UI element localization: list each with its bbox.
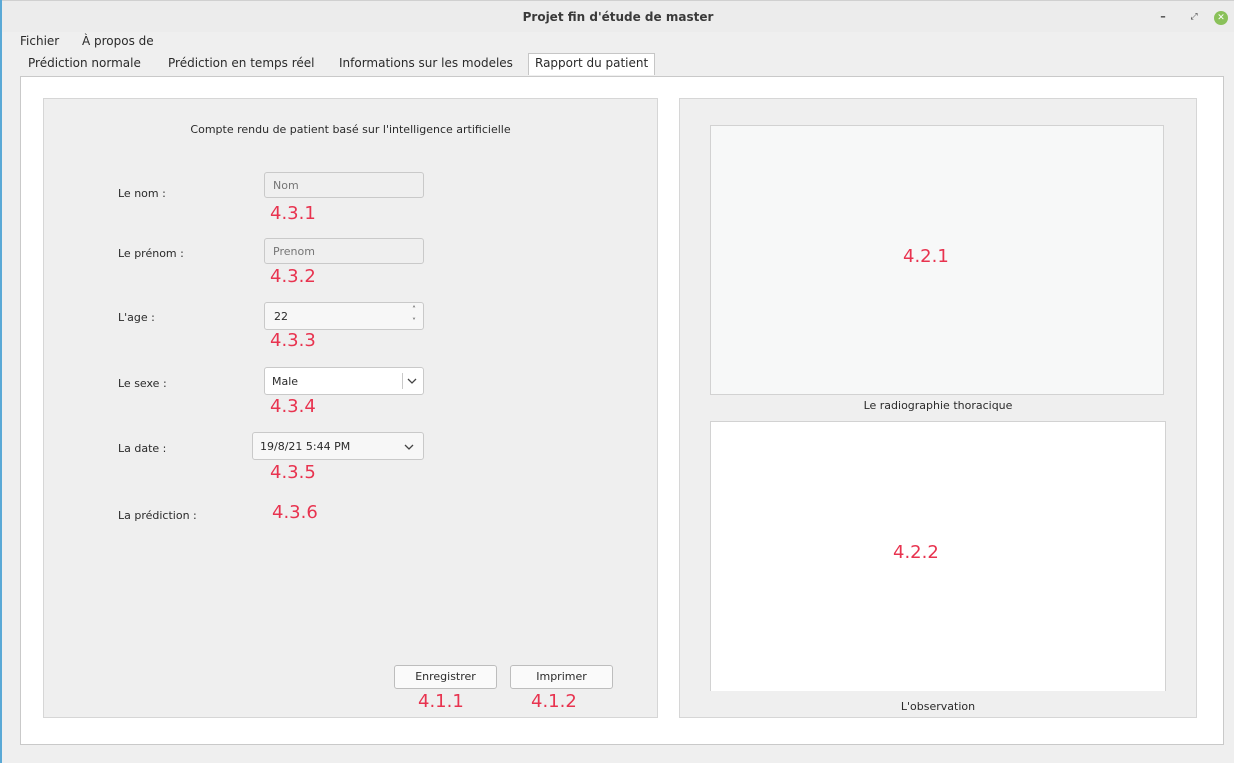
annotation-prenom: 4.3.2 — [270, 266, 316, 287]
menu-bar: Fichier À propos de — [2, 32, 1234, 50]
tab-informations-modeles[interactable]: Informations sur les modeles — [339, 56, 513, 70]
prediction-value: 4.3.6 — [272, 502, 318, 523]
annotation-xray: 4.2.1 — [903, 246, 949, 267]
window-title: Projet fin d'étude de master — [522, 10, 714, 24]
image-panel: 4.2.1 Le radiographie thoracique 4.2.2 L… — [679, 98, 1197, 718]
label-prediction: La prédiction : — [118, 509, 197, 522]
title-bar[interactable]: Projet fin d'étude de master – ⤢ ✕ — [2, 0, 1234, 32]
report-form-panel: Compte rendu de patient basé sur l'intel… — [43, 98, 658, 718]
annotation-save: 4.1.1 — [418, 691, 464, 712]
chevron-down-icon[interactable] — [403, 441, 415, 453]
tab-prediction-temps-reel[interactable]: Prédiction en temps réel — [168, 56, 314, 70]
xray-image-area: 4.2.1 — [710, 125, 1164, 395]
annotation-nom: 4.3.1 — [270, 203, 316, 224]
observation-caption: L'observation — [900, 700, 976, 713]
sexe-select[interactable]: Male — [264, 367, 424, 395]
label-nom: Le nom : — [118, 187, 166, 200]
label-prenom: Le prénom : — [118, 247, 184, 260]
nom-input[interactable] — [264, 172, 424, 198]
report-title: Compte rendu de patient basé sur l'intel… — [190, 123, 511, 136]
sexe-value: Male — [272, 375, 299, 388]
age-spinbox[interactable]: 22 ˄ ˅ — [264, 302, 424, 330]
close-icon[interactable]: ✕ — [1214, 11, 1228, 25]
annotation-date: 4.3.5 — [270, 462, 316, 483]
menu-about[interactable]: À propos de — [82, 34, 154, 48]
print-button[interactable]: Imprimer — [510, 665, 613, 689]
maximize-icon[interactable]: ⤢ — [1186, 9, 1202, 25]
save-button[interactable]: Enregistrer — [394, 665, 497, 689]
observation-area[interactable]: 4.2.2 — [710, 421, 1166, 691]
date-picker[interactable]: 19/8/21 5:44 PM — [252, 432, 424, 460]
tab-rapport-patient[interactable]: Rapport du patient — [528, 53, 656, 75]
xray-caption: Le radiographie thoracique — [863, 399, 1013, 412]
main-window: Projet fin d'étude de master – ⤢ ✕ Fichi… — [0, 0, 1234, 763]
prenom-input[interactable] — [264, 238, 424, 264]
menu-file[interactable]: Fichier — [20, 34, 59, 48]
annotation-observation: 4.2.2 — [893, 542, 939, 563]
spin-down-icon[interactable]: ˅ — [409, 316, 419, 328]
minimize-icon[interactable]: – — [1155, 9, 1171, 25]
label-sexe: Le sexe : — [118, 377, 167, 390]
combo-separator — [402, 373, 403, 389]
spin-up-icon[interactable]: ˄ — [409, 304, 419, 316]
annotation-age: 4.3.3 — [270, 330, 316, 351]
annotation-print: 4.1.2 — [531, 691, 577, 712]
label-date: La date : — [118, 442, 167, 455]
date-value: 19/8/21 5:44 PM — [260, 440, 351, 453]
chevron-down-icon[interactable] — [406, 375, 418, 387]
label-age: L'age : — [118, 311, 155, 324]
tab-prediction-normale[interactable]: Prédiction normale — [28, 56, 141, 70]
annotation-sexe: 4.3.4 — [270, 396, 316, 417]
tab-bar: Prédiction normale Prédiction en temps r… — [2, 52, 1234, 76]
age-value: 22 — [274, 310, 288, 323]
